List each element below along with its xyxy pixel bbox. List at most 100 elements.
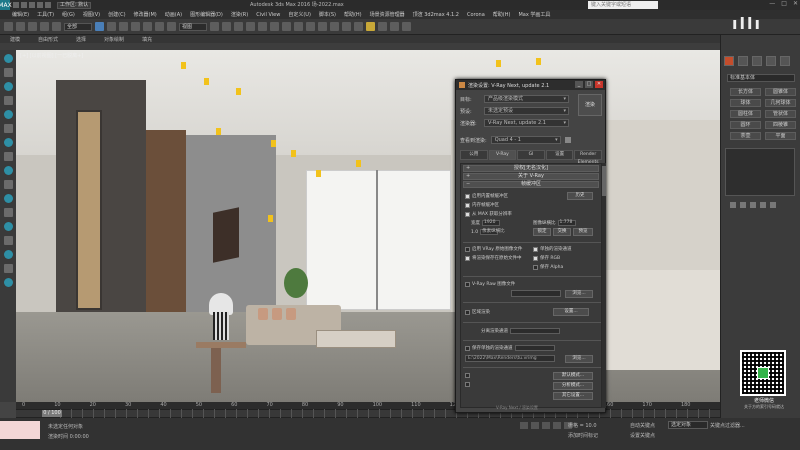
display-icon[interactable] <box>3 110 13 119</box>
menu-scene-explorer[interactable]: 场景资源管理器 <box>370 11 405 18</box>
material-icon[interactable] <box>3 278 13 287</box>
vray-raw-browse-button[interactable]: 浏览... <box>565 290 593 298</box>
object-type-button[interactable]: 平面 <box>765 132 796 140</box>
mirror-icon[interactable] <box>294 22 303 31</box>
save-alpha-checkbox[interactable] <box>533 264 538 270</box>
select-object-icon[interactable] <box>95 22 104 31</box>
extra-option-2-checkbox[interactable] <box>465 382 470 387</box>
pivot-center-icon[interactable] <box>210 22 219 31</box>
light-gizmo-icon[interactable] <box>271 140 276 147</box>
analysis-mode-button[interactable]: 分析模式... <box>553 382 593 390</box>
renderer-select[interactable]: V-Ray Next, update 2.1 <box>484 119 569 127</box>
menu-corona[interactable]: Corona <box>467 12 485 18</box>
object-type-button[interactable]: 茶壶 <box>730 132 761 140</box>
swap-button[interactable]: 交换 <box>553 228 571 236</box>
remove-modifier-icon[interactable] <box>760 202 766 208</box>
split-select[interactable] <box>510 328 560 334</box>
save-rgb-checkbox[interactable] <box>533 255 538 261</box>
maximize-button[interactable]: □ <box>781 0 787 7</box>
image-aspect-spinner[interactable]: 1.778 <box>557 220 576 226</box>
extra-option-1-checkbox[interactable] <box>465 373 470 378</box>
menu-edit[interactable]: 编辑(E) <box>12 11 29 18</box>
new-file-icon[interactable] <box>13 2 19 8</box>
light-gizmo-icon[interactable] <box>181 62 186 69</box>
enable-vfb-checkbox[interactable] <box>465 193 470 199</box>
pin-stack-icon[interactable] <box>730 202 736 208</box>
vray-raw-checkbox[interactable] <box>465 281 470 287</box>
enable-vfb-option[interactable]: 启用内置帧缓冲区 <box>465 193 508 199</box>
menu-civil-view[interactable]: Civil View <box>256 12 280 18</box>
helper-icon[interactable] <box>3 194 13 203</box>
separate-channels-option[interactable]: 单独的渲染通道 <box>533 246 572 252</box>
lock-icon[interactable] <box>564 137 571 143</box>
menu-graph-editors[interactable]: 图形编辑器(D) <box>190 11 223 18</box>
extra-option-2[interactable] <box>465 382 470 387</box>
preview-button[interactable]: 预览 <box>573 228 593 236</box>
menu-modifiers[interactable]: 修改器(M) <box>134 11 157 18</box>
redo-icon[interactable] <box>16 22 25 31</box>
move-icon[interactable] <box>143 22 152 31</box>
rollout-frame-buffer[interactable]: 帧缓冲区 <box>463 181 599 188</box>
object-type-button[interactable]: 几何球体 <box>765 99 796 107</box>
menu-tools[interactable]: 工具(T) <box>37 11 54 18</box>
light-icon[interactable] <box>3 166 13 175</box>
plugin-icon[interactable] <box>3 250 13 259</box>
next-frame-icon[interactable] <box>553 422 561 429</box>
show-end-result-icon[interactable] <box>740 202 746 208</box>
undo-icon[interactable] <box>4 22 13 31</box>
get-res-checkbox[interactable] <box>465 211 470 217</box>
ribbon-tab-object-paint[interactable]: 对象绘制 <box>104 36 124 43</box>
motion-icon[interactable] <box>3 96 13 105</box>
memory-fb-checkbox[interactable] <box>465 202 470 208</box>
play-icon[interactable] <box>542 422 550 429</box>
go-to-start-icon[interactable] <box>520 422 528 429</box>
add-time-tag-button[interactable]: 添加时间标记 <box>568 432 598 439</box>
sphere-icon[interactable] <box>3 138 13 147</box>
selection-filter-select[interactable]: 全部 <box>64 22 92 31</box>
select-manipulate-icon[interactable] <box>222 22 231 31</box>
vray-raw-path-input[interactable] <box>511 290 561 297</box>
link-icon[interactable] <box>28 22 37 31</box>
dialog-scrollbar-thumb[interactable] <box>602 166 606 196</box>
layer-explorer-icon[interactable] <box>318 22 327 31</box>
reference-coordinate-select[interactable]: 视图 <box>179 22 207 31</box>
light-gizmo-icon[interactable] <box>536 58 541 65</box>
menu-create[interactable]: 创建(C) <box>108 11 125 18</box>
curve-editor-icon[interactable] <box>342 22 351 31</box>
make-unique-icon[interactable] <box>750 202 756 208</box>
object-type-button[interactable]: 圆环 <box>730 121 761 129</box>
ribbon-tab-selection[interactable]: 选择 <box>76 36 86 43</box>
viewport-label[interactable]: [+] [以前视图] [一已脱离+] <box>20 52 83 59</box>
object-category-select[interactable]: 标准基本体 <box>727 74 795 82</box>
system-icon[interactable] <box>3 222 13 231</box>
time-slider[interactable]: 0 / 100 <box>42 410 62 417</box>
rollout-about-vray[interactable]: 关于 V-Ray <box>463 173 599 180</box>
window-crossing-icon[interactable] <box>131 22 140 31</box>
open-file-icon[interactable] <box>21 2 27 8</box>
menu-group[interactable]: 组(G) <box>62 11 75 18</box>
auto-key-button[interactable]: 自动关键点 <box>630 422 655 429</box>
select-by-name-icon[interactable] <box>107 22 116 31</box>
spacewarp-icon[interactable] <box>3 208 13 217</box>
spinner-snap-icon[interactable] <box>270 22 279 31</box>
snap-toggle-icon[interactable] <box>234 22 243 31</box>
configure-sets-icon[interactable] <box>770 202 776 208</box>
light-gizmo-icon[interactable] <box>316 170 321 177</box>
object-type-button[interactable]: 管状体 <box>765 110 796 118</box>
save-in-raw-option[interactable]: 将渲染保存在原始文件中 <box>465 255 522 261</box>
key-filters-button[interactable]: 关键点过滤器... <box>710 422 745 429</box>
utilities-icon[interactable] <box>3 124 13 133</box>
tab-settings[interactable]: 设置 <box>545 150 574 160</box>
hierarchy-tab-icon[interactable] <box>752 56 762 66</box>
close-button[interactable]: ✕ <box>793 0 798 7</box>
prev-frame-icon[interactable] <box>531 422 539 429</box>
region-render-checkbox[interactable] <box>465 309 470 315</box>
render-setup-icon[interactable] <box>378 22 387 31</box>
other-settings-button[interactable]: 其它设置... <box>553 392 593 400</box>
modifier-stack-list[interactable] <box>725 148 795 196</box>
dialog-title-bar[interactable]: 渲染设置: V-Ray Next, update 2.1 _ □ ✕ <box>456 80 605 90</box>
render-button[interactable]: 渲染 <box>578 94 602 116</box>
light-gizmo-icon[interactable] <box>268 215 273 222</box>
hierarchy-icon[interactable] <box>3 82 13 91</box>
separate-channels-checkbox[interactable] <box>533 246 538 252</box>
